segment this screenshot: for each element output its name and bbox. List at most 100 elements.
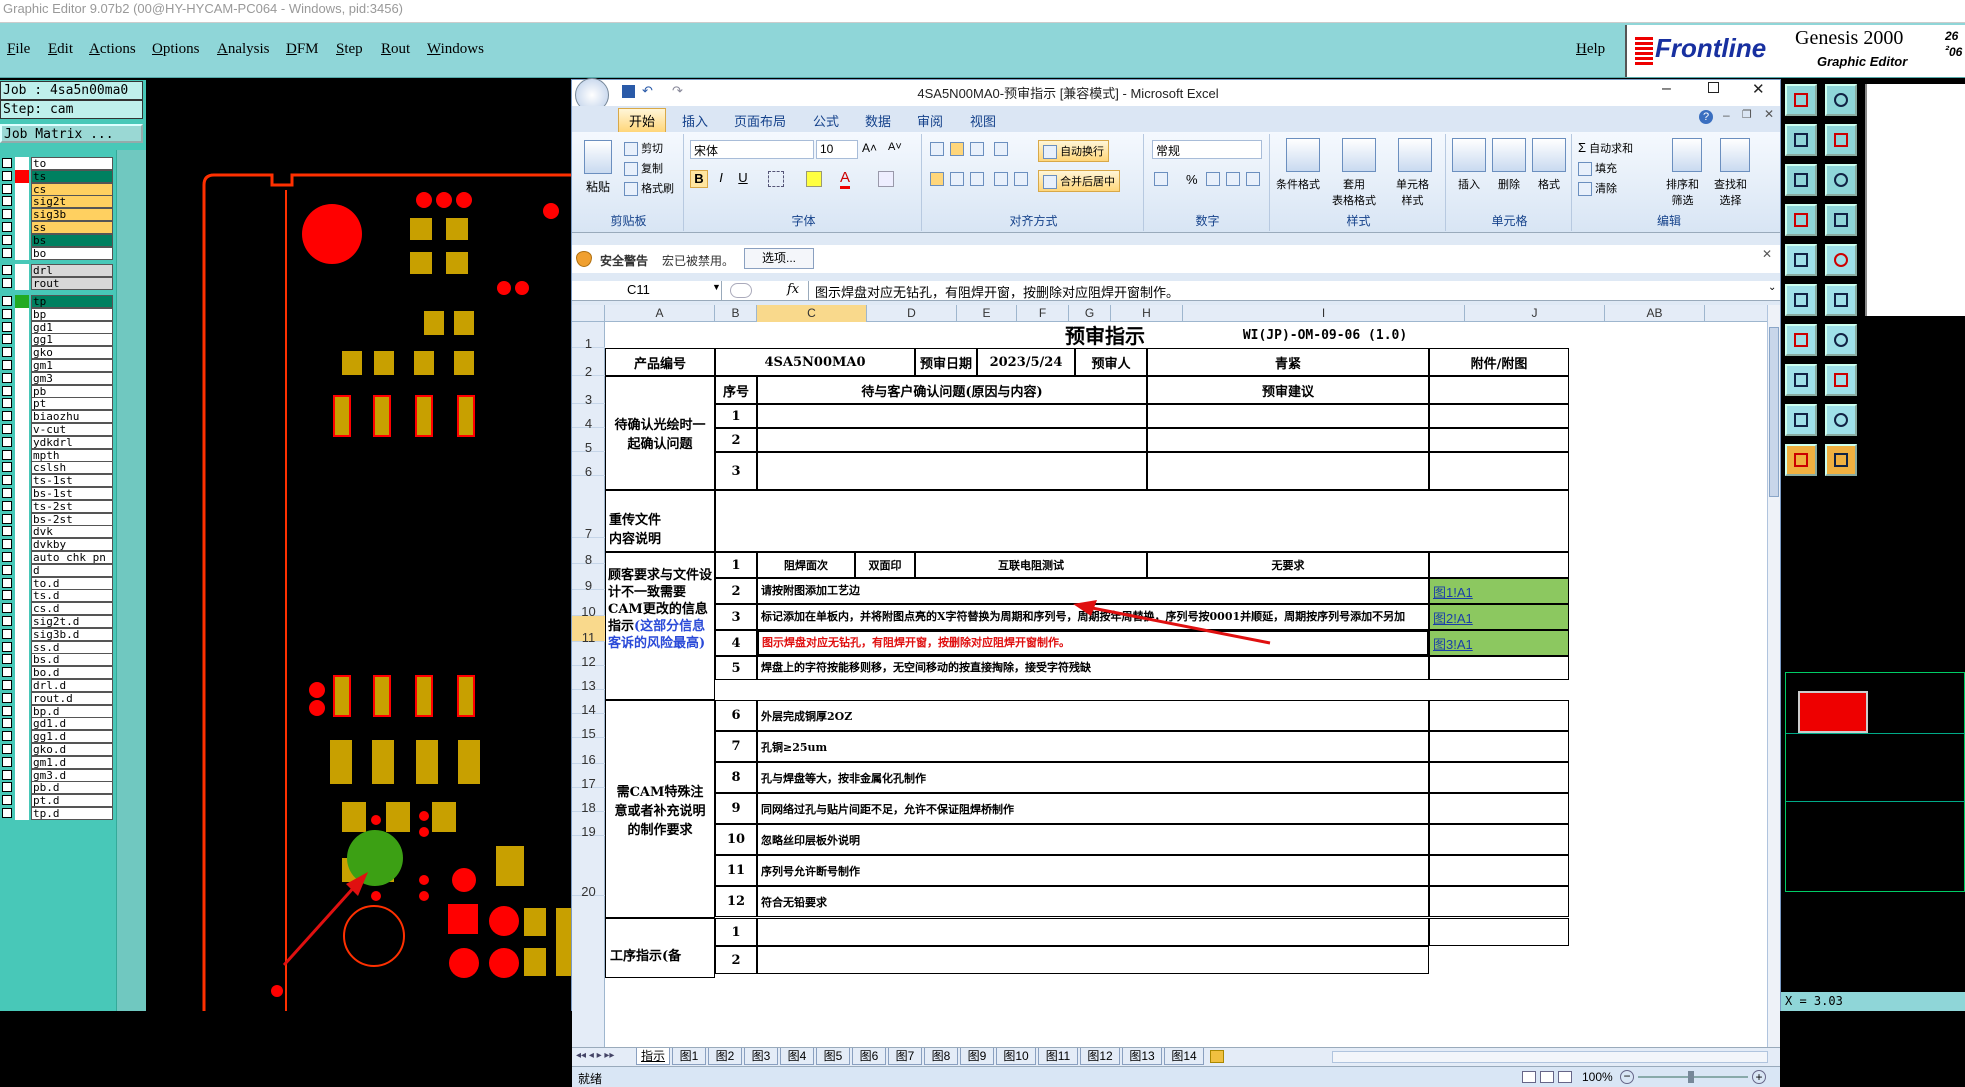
indent-increase-icon[interactable] <box>1014 172 1028 186</box>
ribbon-restore-icon[interactable]: ❐ <box>1742 108 1752 121</box>
cell-seq-header[interactable]: 序号 <box>715 376 757 404</box>
layer-checkbox[interactable] <box>2 616 12 626</box>
cell-empty[interactable] <box>1429 552 1569 578</box>
cell-review-date-label[interactable]: 预审日期 <box>915 348 977 376</box>
sheet-tab[interactable]: 图1 <box>672 1048 706 1065</box>
decimal-increase-icon[interactable] <box>1226 172 1240 186</box>
layer-checkbox[interactable] <box>2 347 12 358</box>
autosum-button[interactable]: Σ 自动求和 <box>1578 140 1633 156</box>
row-header[interactable]: 15 <box>572 714 605 741</box>
cell-issue-text[interactable]: 图示焊盘对应无钻孔，有阻焊开窗，按删除对应阻焊开窗制作。 <box>757 630 1429 656</box>
find-select-button[interactable]: 查找和 选择 <box>1714 176 1747 208</box>
worksheet-grid[interactable]: 预审指示 WI(JP)-OM-09-06 (1.0) 产品编号 4SA5N00M… <box>605 322 1767 1047</box>
select-icon[interactable] <box>1785 244 1817 276</box>
format-button[interactable]: 格式 <box>1538 176 1560 192</box>
layer-checkbox[interactable] <box>2 603 12 614</box>
security-options-button[interactable]: 选项... <box>744 248 814 269</box>
tab-formulas[interactable]: 公式 <box>813 111 839 130</box>
col-header-selected[interactable]: C <box>757 305 867 322</box>
align-middle-icon[interactable] <box>950 142 964 156</box>
cell-empty[interactable] <box>1147 404 1429 428</box>
cell-reviewer[interactable]: 青紧 <box>1147 348 1429 376</box>
mini-map[interactable] <box>1785 672 1965 892</box>
col-header[interactable]: I <box>1183 305 1465 322</box>
namebox-dropdown-icon[interactable]: ▼ <box>712 282 721 292</box>
redo-icon[interactable]: ↷ <box>672 83 683 99</box>
tab-page-layout[interactable]: 页面布局 <box>734 111 786 130</box>
cell-style-icon[interactable] <box>1398 138 1432 172</box>
sheet-tab[interactable]: 图7 <box>888 1048 922 1065</box>
line-alt-icon[interactable] <box>1825 324 1857 356</box>
align-bottom-icon[interactable] <box>970 142 984 156</box>
layer-checkbox[interactable] <box>2 360 12 370</box>
cell-requirement-text[interactable]: 同网络过孔与贴片间距不足，允许不保证阻焊桥制作 <box>757 793 1429 824</box>
sheet-nav-icon[interactable]: ◂◂ ◂ ▸ ▸▸ <box>576 1050 614 1061</box>
pad-icon[interactable] <box>1785 364 1817 396</box>
number-format-select[interactable]: 常规 <box>1152 140 1262 159</box>
sheet-tab[interactable]: 图14 <box>1164 1048 1204 1065</box>
row-header[interactable]: 11 <box>572 616 605 645</box>
layer-row[interactable]: rout <box>0 276 116 291</box>
triangle-icon[interactable] <box>1785 404 1817 436</box>
layer-checkbox[interactable] <box>2 526 12 537</box>
cell-issue-text[interactable]: 请按附图添加工艺边 <box>757 578 1429 604</box>
cell-empty[interactable] <box>1429 918 1569 946</box>
menu-dfm[interactable]: DFM <box>286 41 319 58</box>
sheet-tab[interactable]: 图2 <box>708 1048 742 1065</box>
col-header[interactable]: G <box>1069 305 1111 322</box>
select-all-corner[interactable] <box>572 305 605 322</box>
cell-section-reupload[interactable]: 重传文件 内容说明 <box>605 490 715 552</box>
table-format-button[interactable]: 套用 表格格式 <box>1332 176 1376 208</box>
layer-checkbox[interactable] <box>2 705 12 716</box>
job-matrix-button[interactable]: Job Matrix ... <box>0 124 143 143</box>
cell-seq[interactable]: 10 <box>715 824 757 855</box>
cell-seq[interactable]: 3 <box>715 604 757 630</box>
underline-button[interactable]: U <box>734 170 752 188</box>
name-box[interactable]: C11 <box>572 281 722 300</box>
cell-resistance-test[interactable]: 互联电阻测试 <box>915 552 1147 578</box>
orientation-icon[interactable] <box>994 142 1008 156</box>
sheet-tab[interactable]: 指示 <box>636 1048 670 1065</box>
fit-icon[interactable] <box>1785 164 1817 196</box>
layer-checkbox[interactable] <box>2 308 12 319</box>
cell-empty[interactable] <box>1147 428 1429 452</box>
cell-seq[interactable]: 2 <box>715 428 757 452</box>
layer-checkbox[interactable] <box>2 449 12 460</box>
cell-review-date[interactable]: 2023/5/24 <box>977 348 1075 376</box>
normal-view-icon[interactable] <box>1522 1071 1536 1083</box>
cell-section-customer[interactable]: 顾客要求与文件设计不一致需要CAM更改的信息指示(这部分信息客诉的风险最高) <box>605 552 715 700</box>
pan-left-icon[interactable] <box>1785 124 1817 156</box>
help-icon[interactable]: ? <box>1699 110 1713 124</box>
row-header[interactable]: 1 <box>572 322 605 351</box>
menu-help[interactable]: Help <box>1576 41 1605 58</box>
clear-button[interactable]: 清除 <box>1578 180 1617 197</box>
horizontal-scrollbar[interactable] <box>1332 1051 1768 1063</box>
delete-button[interactable]: 删除 <box>1498 176 1520 192</box>
layer-checkbox[interactable] <box>2 769 12 780</box>
formula-expand-icon[interactable]: ⌄ <box>1768 282 1776 293</box>
font-color-button[interactable]: A <box>840 169 851 189</box>
layer-checkbox[interactable] <box>2 488 12 498</box>
layer-checkbox[interactable] <box>2 667 12 678</box>
font-grow-button[interactable]: A˄ <box>862 141 877 155</box>
col-header[interactable]: B <box>715 305 757 322</box>
cell-reupload-content[interactable] <box>715 490 1569 552</box>
save-icon[interactable] <box>622 85 635 98</box>
fx-icon[interactable]: fx <box>787 282 799 297</box>
delete-cells-icon[interactable] <box>1492 138 1526 172</box>
currency-icon[interactable] <box>1154 172 1168 186</box>
cell-seq[interactable]: 1 <box>715 918 757 946</box>
cell-no-requirement[interactable]: 无要求 <box>1147 552 1429 578</box>
layer-checkbox[interactable] <box>2 372 12 383</box>
cell-seq[interactable]: 5 <box>715 656 757 680</box>
row-header[interactable]: 10 <box>572 590 605 619</box>
layer-checkbox[interactable] <box>2 385 12 396</box>
sheet-tab[interactable]: 图3 <box>744 1048 778 1065</box>
table-format-icon[interactable] <box>1342 138 1376 172</box>
cell-requirement-text[interactable]: 忽略丝印层板外说明 <box>757 824 1429 855</box>
sheet-tab[interactable]: 图9 <box>960 1048 994 1065</box>
align-top-icon[interactable] <box>930 142 944 156</box>
layer-checkbox[interactable] <box>2 247 12 258</box>
doc-number[interactable]: WI(JP)-OM-09-06 (1.0) <box>1225 326 1425 344</box>
col-header[interactable]: H <box>1111 305 1183 322</box>
